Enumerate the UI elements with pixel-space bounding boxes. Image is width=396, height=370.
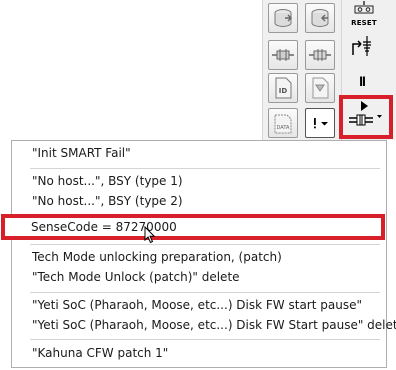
script-run-icon: [347, 98, 383, 134]
resistor-alt-button[interactable]: [305, 40, 335, 70]
menu-item-no-host-type2[interactable]: "No host...", BSY (type 2): [32, 191, 183, 211]
disk-out-icon: [272, 7, 294, 29]
svg-text:ID: ID: [279, 87, 288, 95]
menu-item-yeti-fw-pause[interactable]: "Yeti SoC (Pharaoh, Moose, etc...) Disk …: [32, 295, 362, 315]
menu-separator: [30, 168, 380, 169]
menu-item-no-host-type1[interactable]: "No host...", BSY (type 1): [32, 171, 183, 191]
script-run-button[interactable]: [345, 99, 385, 133]
probe-button[interactable]: [347, 33, 377, 63]
disk-in-icon: [309, 7, 331, 29]
menu-item-yeti-fw-pause-delete[interactable]: "Yeti SoC (Pharaoh, Moose, etc...) Disk …: [32, 315, 396, 335]
menu-separator: [30, 339, 380, 340]
menu-item-sensecode[interactable]: SenseCode = 87270000: [1, 214, 385, 240]
menu-item-kahuna-cfw-patch[interactable]: "Kahuna CFW patch 1": [32, 343, 168, 363]
toolbar-divider: [262, 0, 263, 140]
resistor-alt-icon: [308, 45, 332, 65]
pause-button[interactable]: II: [350, 71, 374, 91]
pause-icon: II: [359, 73, 366, 89]
menu-separator: [30, 244, 380, 245]
reset-icon: [353, 0, 375, 19]
script-context-menu: "Init SMART Fail" "No host...", BSY (typ…: [11, 140, 396, 368]
resistor-button[interactable]: [268, 40, 298, 70]
command-menu-button[interactable]: [305, 108, 335, 138]
filter-page-icon: [310, 77, 330, 99]
reset-label: RESET: [351, 18, 377, 27]
menu-item-init-smart-fail[interactable]: "Init SMART Fail": [32, 143, 131, 163]
disk-out-button[interactable]: [268, 3, 298, 33]
command-menu-icon: [309, 115, 331, 131]
data-page-icon: DATA: [272, 112, 294, 134]
probe-icon: [349, 33, 375, 63]
menu-item-tech-mode-prep[interactable]: Tech Mode unlocking preparation, (patch): [32, 247, 282, 267]
menu-separator: [30, 292, 380, 293]
mouse-pointer-icon: [144, 225, 156, 248]
data-page-button[interactable]: DATA: [268, 108, 298, 138]
id-page-button[interactable]: ID: [268, 73, 298, 103]
id-page-icon: ID: [273, 77, 293, 99]
resistor-icon: [271, 45, 295, 65]
svg-text:DATA: DATA: [277, 125, 290, 131]
menu-item-tech-mode-unlock-delete[interactable]: "Tech Mode Unlock (patch)" delete: [32, 267, 240, 287]
filter-page-button[interactable]: [305, 73, 335, 103]
reset-button[interactable]: RESET: [350, 0, 378, 27]
disk-in-button[interactable]: [305, 3, 335, 33]
